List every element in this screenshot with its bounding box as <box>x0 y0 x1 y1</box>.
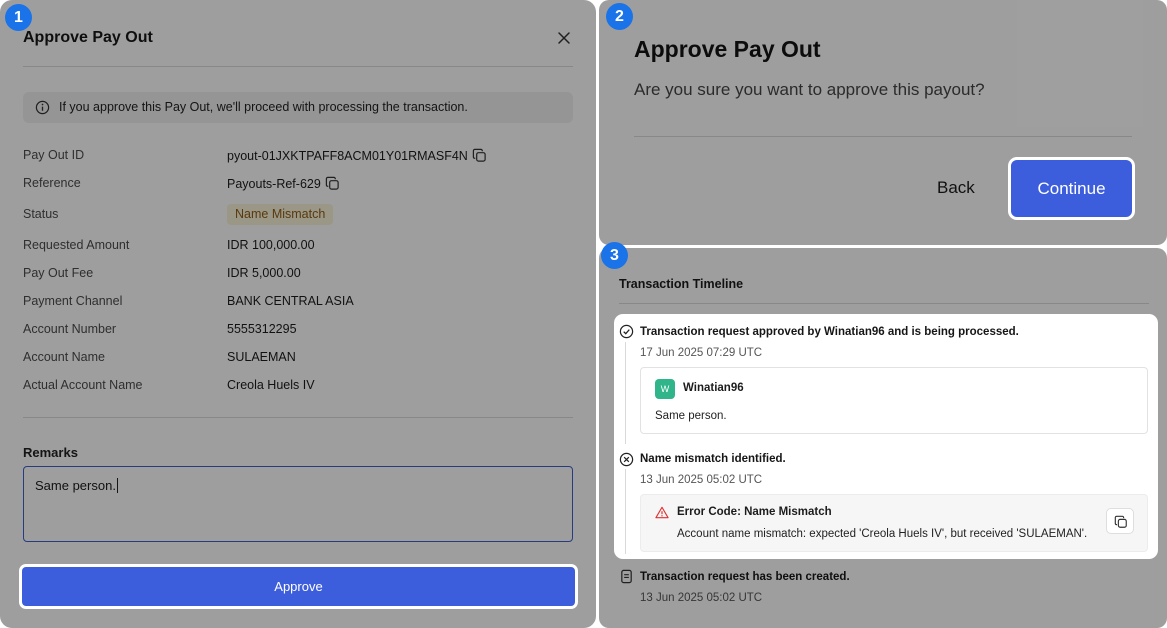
divider <box>23 66 573 67</box>
confirm-title: Approve Pay Out <box>634 36 821 62</box>
field-value: pyout-01JXKTPAFF8ACM01Y01RMASF4N <box>227 148 487 163</box>
info-banner: If you approve this Pay Out, we'll proce… <box>23 92 573 123</box>
timeline-title: Transaction Timeline <box>619 277 744 291</box>
comment-card: W Winatian96 Same person. <box>640 367 1148 434</box>
timeline-highlight-card: Transaction request approved by Winatian… <box>614 314 1158 559</box>
event-time: 13 Jun 2025 05:02 UTC <box>640 592 763 604</box>
copy-icon[interactable] <box>325 176 340 191</box>
field-value: SULAEMAN <box>227 350 296 364</box>
field-label: Reference <box>23 176 81 190</box>
field-channel: Payment Channel BANK CENTRAL ASIA <box>23 292 573 312</box>
remarks-label: Remarks <box>23 445 78 460</box>
continue-button[interactable]: Continue <box>1008 157 1135 220</box>
event-title: Transaction request has been created. <box>640 571 850 583</box>
approve-button[interactable]: Approve <box>19 564 578 609</box>
field-value: IDR 100,000.00 <box>227 238 315 252</box>
field-value: Payouts-Ref-629 <box>227 176 340 191</box>
remarks-value: Same person. <box>35 478 118 493</box>
comment-user: Winatian96 <box>683 382 744 394</box>
info-icon <box>35 100 50 115</box>
status-badge: Name Mismatch <box>227 204 334 225</box>
field-account-name: Account Name SULAEMAN <box>23 348 573 368</box>
field-value: 5555312295 <box>227 322 297 336</box>
confirm-subtitle: Are you sure you want to approve this pa… <box>634 80 985 99</box>
error-box: Error Code: Name Mismatch Account name m… <box>640 494 1148 552</box>
remarks-textarea[interactable]: Same person. <box>23 466 573 542</box>
field-label: Payment Channel <box>23 294 123 308</box>
field-label: Pay Out ID <box>23 148 85 162</box>
check-circle-icon <box>619 324 634 339</box>
close-icon[interactable] <box>557 31 571 45</box>
text-caret <box>116 478 118 493</box>
avatar: W <box>655 379 675 399</box>
field-label: Pay Out Fee <box>23 266 94 280</box>
copy-icon[interactable] <box>472 148 487 163</box>
event-title: Transaction request approved by Winatian… <box>640 326 1019 338</box>
event-time: 17 Jun 2025 07:29 UTC <box>640 347 763 359</box>
step-badge-3: 3 <box>601 242 628 269</box>
field-label: Account Number <box>23 322 117 336</box>
field-reference: Reference Payouts-Ref-629 <box>23 174 573 194</box>
divider <box>23 417 573 418</box>
divider <box>634 136 1132 137</box>
warning-icon <box>655 506 669 519</box>
copy-icon <box>1114 515 1127 528</box>
divider <box>619 303 1149 304</box>
payout-id-value: pyout-01JXKTPAFF8ACM01Y01RMASF4N <box>227 149 468 163</box>
back-button[interactable]: Back <box>937 178 975 198</box>
document-icon <box>621 569 632 584</box>
error-text: Account name mismatch: expected 'Creola … <box>677 528 1088 540</box>
step-badge-2: 2 <box>606 3 633 30</box>
reference-value: Payouts-Ref-629 <box>227 177 321 191</box>
modal-title: Approve Pay Out <box>23 29 153 46</box>
step-badge-1: 1 <box>5 4 32 31</box>
timeline-line <box>625 469 626 554</box>
field-payout-id: Pay Out ID pyout-01JXKTPAFF8ACM01Y01RMAS… <box>23 146 573 166</box>
event-time: 13 Jun 2025 05:02 UTC <box>640 474 763 486</box>
field-requested-amount: Requested Amount IDR 100,000.00 <box>23 236 573 256</box>
x-circle-icon <box>619 452 634 467</box>
copy-error-button[interactable] <box>1106 508 1134 534</box>
field-value: BANK CENTRAL ASIA <box>227 294 354 308</box>
field-actual-account-name: Actual Account Name Creola Huels IV <box>23 376 573 396</box>
field-label: Status <box>23 207 59 221</box>
error-title: Error Code: Name Mismatch <box>677 506 832 518</box>
approve-payout-modal: Approve Pay Out If you approve this Pay … <box>0 0 596 628</box>
field-label: Actual Account Name <box>23 378 143 392</box>
comment-text: Same person. <box>655 410 727 422</box>
field-value: Creola Huels IV <box>227 378 315 392</box>
field-value: IDR 5,000.00 <box>227 266 301 280</box>
info-text: If you approve this Pay Out, we'll proce… <box>59 100 468 114</box>
timeline-line <box>625 342 626 444</box>
remarks-text: Same person. <box>35 478 116 493</box>
field-account-number: Account Number 5555312295 <box>23 320 573 340</box>
field-label: Requested Amount <box>23 238 130 252</box>
field-label: Account Name <box>23 350 105 364</box>
field-fee: Pay Out Fee IDR 5,000.00 <box>23 264 573 284</box>
event-title: Name mismatch identified. <box>640 453 786 465</box>
